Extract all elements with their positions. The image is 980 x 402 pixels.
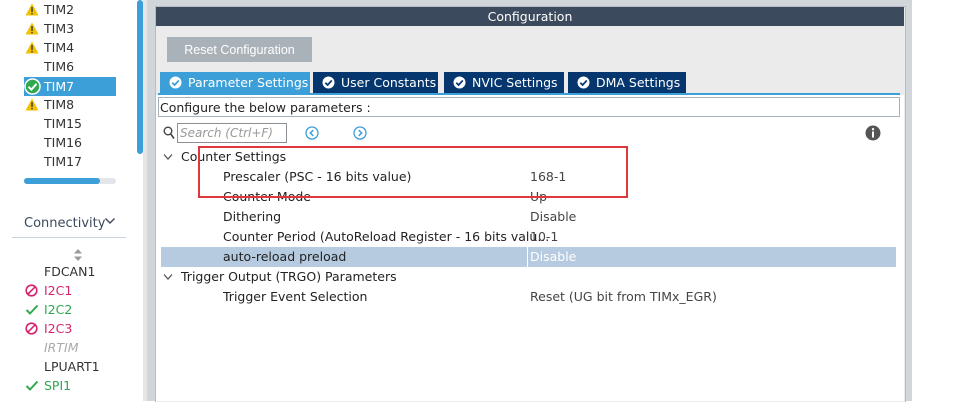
connectivity-item-label: I2C3	[44, 321, 73, 336]
sidebar-item-tim16[interactable]: TIM16	[24, 133, 116, 152]
check-circle-icon	[322, 76, 335, 89]
param-row-dithering[interactable]: Dithering Disable	[161, 207, 896, 227]
search-input[interactable]	[177, 123, 287, 143]
ban-icon	[25, 284, 38, 297]
chevron-down-icon[interactable]	[163, 273, 173, 281]
param-name: auto-reload preload	[223, 249, 347, 264]
connectivity-item-label: LPUART1	[44, 359, 100, 374]
sidebar-item-label: TIM6	[44, 59, 75, 74]
sidebar-horizontal-scroll-thumb[interactable]	[24, 178, 100, 184]
category-connectivity-header[interactable]: Connectivity	[24, 216, 105, 231]
warning-icon	[25, 22, 39, 35]
connectivity-item-label: I2C1	[44, 283, 73, 298]
param-row-auto-reload-preload[interactable]: auto-reload preload Disable	[161, 247, 896, 267]
sidebar-item-label: TIM15	[44, 116, 83, 131]
ban-icon	[25, 322, 38, 335]
sidebar: TIM2 TIM3 TIM4 TIM6 TIM7 TIM8 TIM15 TIM1…	[0, 0, 147, 401]
sidebar-item-tim8[interactable]: TIM8	[24, 95, 116, 114]
tab-label: Parameter Settings	[188, 75, 309, 90]
sidebar-item-tim17[interactable]: TIM17	[24, 152, 116, 171]
sidebar-horizontal-scrollbar[interactable]	[24, 178, 116, 184]
param-value[interactable]: Disable	[530, 207, 576, 227]
sidebar-item-tim2[interactable]: TIM2	[24, 0, 116, 19]
sidebar-item-tim3[interactable]: TIM3	[24, 19, 116, 38]
sidebar-item-label: TIM17	[44, 154, 83, 169]
info-icon[interactable]	[865, 125, 881, 141]
sidebar-scrollbar-thumb[interactable]	[137, 0, 143, 154]
connectivity-item-label: I2C2	[44, 302, 73, 317]
sort-icon[interactable]	[73, 248, 83, 262]
warning-icon	[25, 41, 39, 54]
next-match-icon[interactable]	[353, 126, 367, 140]
param-name: Dithering	[223, 209, 282, 224]
tab-label: NVIC Settings	[472, 75, 558, 90]
sidebar-item-label: TIM3	[44, 21, 75, 36]
check-circle-icon	[453, 76, 466, 89]
connectivity-item-label: SPI1	[44, 378, 72, 393]
sidebar-item-label: TIM2	[44, 2, 75, 17]
sidebar-item-label: TIM7	[44, 79, 75, 94]
sidebar-item-tim6[interactable]: TIM6	[24, 57, 116, 76]
tab-dma-settings[interactable]: DMA Settings	[568, 72, 686, 93]
tab-nvic-settings[interactable]: NVIC Settings	[444, 72, 564, 93]
previous-match-icon[interactable]	[305, 126, 319, 140]
tab-label: User Constants	[341, 75, 437, 90]
chevron-down-icon[interactable]	[104, 216, 116, 226]
group-label: Trigger Output (TRGO) Parameters	[181, 269, 397, 284]
warning-icon	[25, 98, 39, 111]
sidebar-item-tim7[interactable]: TIM7	[24, 77, 116, 96]
check-icon	[25, 304, 39, 315]
configuration-title: Configuration	[156, 7, 904, 26]
param-row-trigger-event-selection[interactable]: Trigger Event Selection Reset (UG bit fr…	[161, 287, 896, 307]
reset-configuration-button[interactable]: Reset Configuration	[167, 37, 312, 62]
sidebar-item-tim15[interactable]: TIM15	[24, 114, 116, 133]
tab-label: DMA Settings	[596, 75, 681, 90]
connectivity-item-label: IRTIM	[44, 340, 79, 355]
sidebar-item-tim4[interactable]: TIM4	[24, 38, 116, 57]
sidebar-item-label: TIM16	[44, 135, 83, 150]
column-separator	[527, 247, 528, 267]
param-value[interactable]: 10-1	[530, 227, 558, 247]
tab-parameter-settings[interactable]: Parameter Settings	[160, 72, 310, 93]
param-name: Counter Period (AutoReload Register - 16…	[223, 229, 550, 244]
param-value[interactable]: Disable	[530, 247, 576, 267]
param-value[interactable]: Reset (UG bit from TIMx_EGR)	[530, 287, 717, 307]
check-circle-icon	[169, 76, 182, 89]
search-icon	[163, 126, 175, 139]
sidebar-item-label: TIM8	[44, 97, 75, 112]
instruction-text: Configure the below parameters :	[158, 97, 900, 117]
check-circle-icon	[577, 76, 590, 89]
param-name: Trigger Event Selection	[223, 289, 368, 304]
warning-icon	[25, 3, 39, 16]
connectivity-item-label: FDCAN1	[44, 264, 96, 279]
check-icon	[25, 380, 39, 391]
chevron-down-icon[interactable]	[163, 153, 173, 161]
param-row-counter-period[interactable]: Counter Period (AutoReload Register - 16…	[161, 227, 896, 247]
divider	[12, 237, 126, 238]
sidebar-item-label: TIM4	[44, 40, 75, 55]
red-highlight-annotation	[198, 146, 628, 198]
tab-user-constants[interactable]: User Constants	[313, 72, 438, 93]
check-circle-icon	[24, 78, 41, 95]
